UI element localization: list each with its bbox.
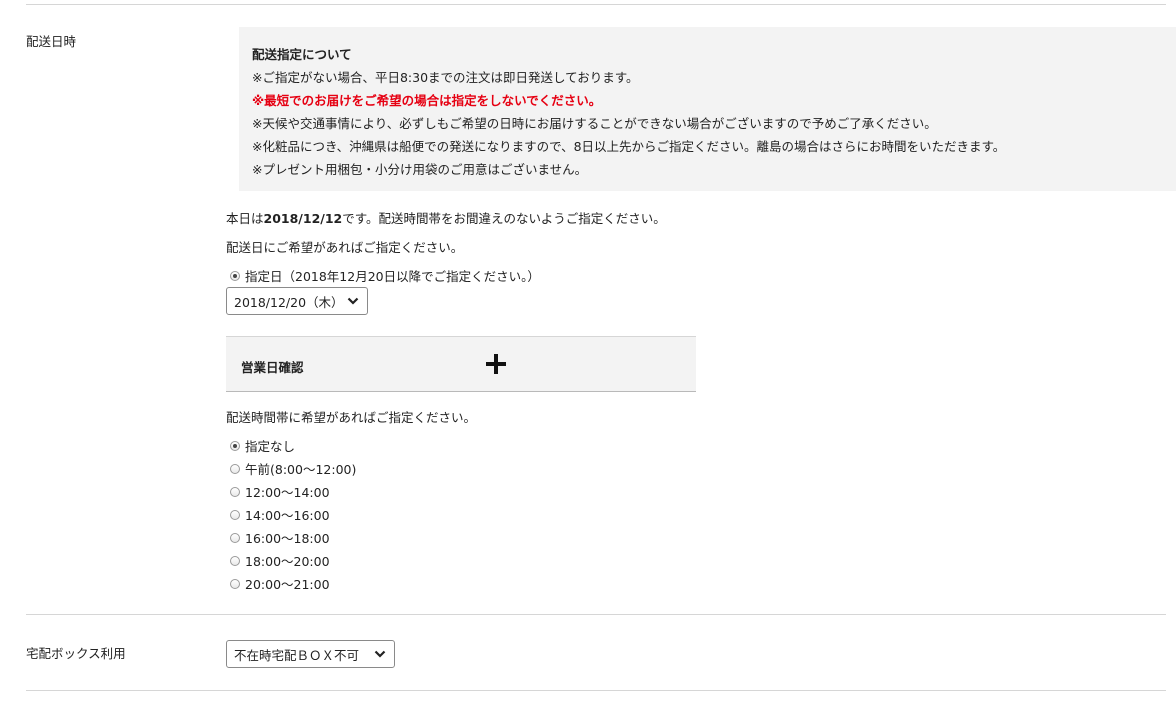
time-slot-option[interactable]: 指定なし — [230, 436, 295, 455]
business-day-accordion[interactable]: 営業日確認 — [226, 336, 696, 392]
delivery-box-value: 不在時宅配ＢＯＸ不可 — [234, 647, 360, 663]
notice-line-5: ※プレゼント用梱包・小分け用袋のご用意はございません。 — [252, 162, 588, 177]
date-specified-radio[interactable] — [230, 270, 240, 281]
time-slot-label: 指定なし — [245, 439, 296, 454]
delivery-notice-box: 配送指定について ※ご指定がない場合、平日8:30までの注文は即日発送しておりま… — [239, 27, 1176, 191]
top-divider — [26, 4, 1166, 5]
delivery-datetime-label: 配送日時 — [26, 34, 77, 49]
time-slot-label: 16:00～18:00 — [245, 531, 330, 546]
time-slot-option[interactable]: 20:00～21:00 — [230, 574, 330, 593]
notice-line-3: ※天候や交通事情により、必ずしもご希望の日時にお届けすることができない場合がござ… — [252, 116, 937, 131]
today-info: 本日は2018/12/12です。配送時間帯をお間違えのないようご指定ください。 — [226, 208, 666, 227]
time-slot-label: 20:00～21:00 — [245, 577, 330, 592]
time-slot-radio[interactable] — [230, 463, 240, 474]
today-prefix: 本日は — [226, 211, 264, 226]
delivery-box-select[interactable]: 不在時宅配ＢＯＸ不可 — [226, 640, 395, 668]
business-day-label: 営業日確認 — [241, 360, 304, 375]
date-specified-radio-row[interactable]: 指定日（2018年12月20日以降でご指定ください。） — [230, 266, 540, 285]
date-specified-label: 指定日（2018年12月20日以降でご指定ください。） — [245, 269, 540, 284]
time-slot-radio[interactable] — [230, 486, 240, 497]
time-slot-option[interactable]: 14:00～16:00 — [230, 505, 330, 524]
time-slot-option[interactable]: 12:00～14:00 — [230, 482, 330, 501]
time-slot-radio[interactable] — [230, 532, 240, 543]
notice-line-1: ※ご指定がない場合、平日8:30までの注文は即日発送しております。 — [252, 70, 639, 85]
time-slot-option[interactable]: 18:00～20:00 — [230, 551, 330, 570]
time-slot-label: 18:00～20:00 — [245, 554, 330, 569]
time-slot-label: 午前(8:00～12:00) — [245, 462, 357, 477]
time-slot-option[interactable]: 午前(8:00～12:00) — [230, 459, 356, 478]
time-slot-radio[interactable] — [230, 509, 240, 520]
chevron-down-icon — [374, 650, 386, 658]
section-divider — [26, 614, 1166, 615]
time-slot-radio[interactable] — [230, 440, 240, 451]
delivery-box-label: 宅配ボックス利用 — [26, 646, 126, 661]
delivery-date-value: 2018/12/20（木） — [234, 294, 344, 310]
delivery-date-select[interactable]: 2018/12/20（木） — [226, 287, 368, 315]
time-slot-radio[interactable] — [230, 578, 240, 589]
bottom-divider — [26, 690, 1166, 691]
plus-icon[interactable] — [486, 354, 506, 374]
time-slot-label: 12:00～14:00 — [245, 485, 330, 500]
time-slot-radio[interactable] — [230, 555, 240, 566]
time-slot-label: 14:00～16:00 — [245, 508, 330, 523]
notice-line-4: ※化粧品につき、沖縄県は船便での発送になりますので、8日以上先からご指定ください… — [252, 139, 1006, 154]
notice-line-2-warning: ※最短でのお届けをご希望の場合は指定をしないでください。 — [252, 93, 602, 108]
time-slot-option[interactable]: 16:00～18:00 — [230, 528, 330, 547]
notice-title: 配送指定について — [252, 47, 352, 62]
date-prompt: 配送日にご希望があればご指定ください。 — [226, 240, 464, 255]
today-suffix: です。配送時間帯をお間違えのないようご指定ください。 — [342, 211, 666, 226]
today-date: 2018/12/12 — [263, 211, 343, 226]
time-prompt: 配送時間帯に希望があればご指定ください。 — [226, 410, 477, 425]
chevron-down-icon — [347, 297, 359, 305]
